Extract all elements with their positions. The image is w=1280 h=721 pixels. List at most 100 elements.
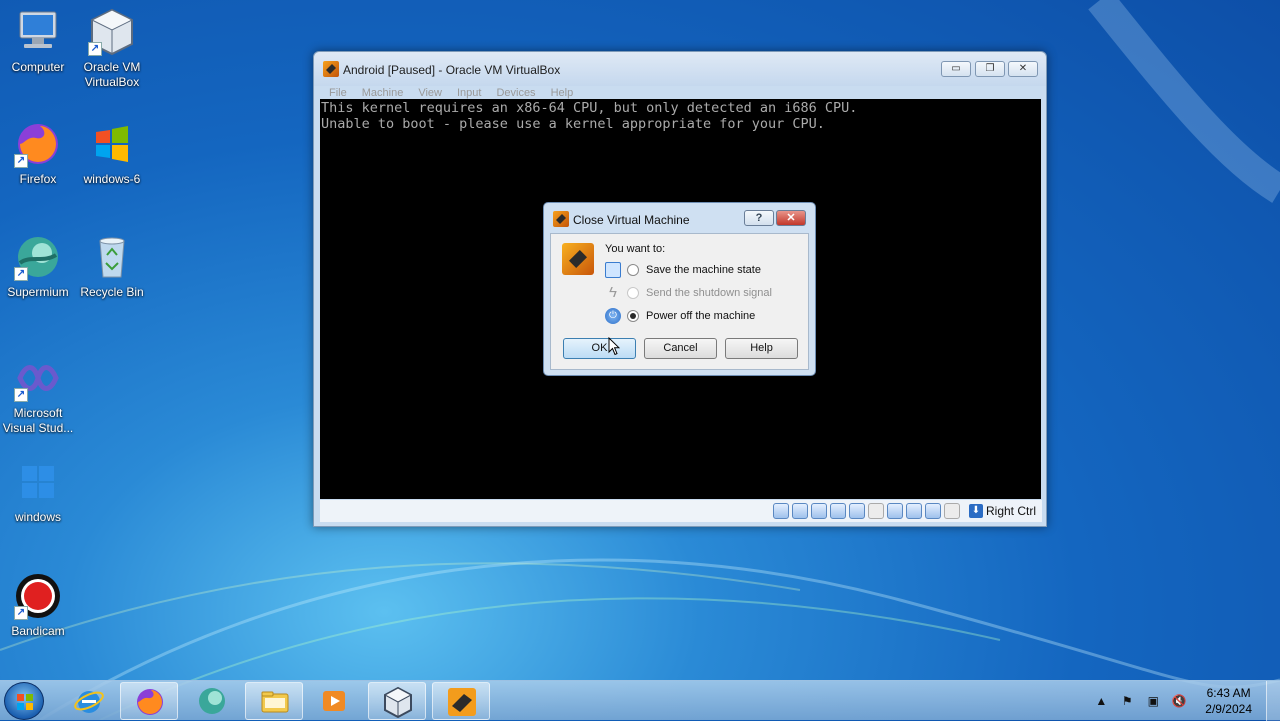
- desktop-icon-windows-6[interactable]: windows-6: [74, 120, 150, 187]
- clock[interactable]: 6:43 AM 2/9/2024: [1205, 685, 1252, 717]
- desktop-icon-bandicam[interactable]: ↗ Bandicam: [0, 572, 76, 639]
- virtualbox-vm-icon: [562, 243, 594, 275]
- video-capture-icon[interactable]: [906, 503, 922, 519]
- menu-devices[interactable]: Devices: [496, 87, 535, 99]
- taskbar-virtualbox-vm[interactable]: [432, 682, 490, 720]
- shared-folders-icon[interactable]: [868, 503, 884, 519]
- desktop-icon-windows[interactable]: windows: [0, 458, 76, 525]
- host-key-indicator[interactable]: ⬇ Right Ctrl: [968, 504, 1036, 518]
- internet-explorer-icon: [74, 691, 104, 713]
- cpu-icon[interactable]: [925, 503, 941, 519]
- taskbar-firefox[interactable]: [120, 682, 178, 720]
- cancel-button[interactable]: Cancel: [644, 338, 717, 359]
- dialog-title: Close Virtual Machine: [573, 213, 690, 227]
- save-state-icon: [605, 262, 621, 278]
- desktop-icon-label: Computer: [11, 60, 65, 74]
- help-button[interactable]: Help: [725, 338, 798, 359]
- window-title: Android [Paused] - Oracle VM VirtualBox: [343, 63, 561, 77]
- network-icon[interactable]: [830, 503, 846, 519]
- desktop-icon-firefox[interactable]: ↗ Firefox: [0, 120, 76, 187]
- host-key-label: Right Ctrl: [985, 504, 1036, 518]
- menu-help[interactable]: Help: [551, 87, 574, 99]
- virtualbox-vm-icon: [323, 61, 339, 77]
- virtualbox-vm-icon: [448, 688, 476, 716]
- network-icon[interactable]: ▣: [1145, 693, 1161, 709]
- firefox-icon: [137, 689, 163, 715]
- shortcut-arrow-icon: ↗: [88, 42, 102, 56]
- supermium-icon: [199, 688, 225, 714]
- file-explorer-icon: [261, 691, 289, 713]
- desktop-icon-label: Firefox: [19, 172, 57, 186]
- mouse-integration-icon[interactable]: [944, 503, 960, 519]
- bandicam-icon: ↗: [14, 572, 62, 620]
- help-question-button[interactable]: ?: [744, 210, 774, 226]
- console-line: This kernel requires an x86-64 CPU, but …: [321, 100, 858, 116]
- close-window-button[interactable]: ✕: [1008, 61, 1038, 77]
- shortcut-arrow-icon: ↗: [14, 388, 28, 402]
- show-desktop-button[interactable]: [1266, 681, 1280, 721]
- lightning-icon: ϟ: [609, 284, 617, 301]
- shutdown-signal-radio: [627, 287, 639, 299]
- hard-disk-icon[interactable]: [773, 503, 789, 519]
- option-label: Save the machine state: [646, 264, 761, 276]
- menu-file[interactable]: File: [329, 87, 347, 99]
- taskbar: ▲ ⚑ ▣ 🔇 6:43 AM 2/9/2024: [0, 680, 1280, 721]
- window-titlebar[interactable]: Android [Paused] - Oracle VM VirtualBox …: [314, 52, 1046, 86]
- media-player-icon: [323, 691, 345, 711]
- minimize-button[interactable]: ▭: [941, 61, 971, 77]
- desktop-icon-recycle-bin[interactable]: Recycle Bin: [74, 233, 150, 300]
- mouse-cursor-icon: [608, 337, 620, 356]
- save-state-radio[interactable]: [627, 264, 639, 276]
- firefox-icon: ↗: [14, 120, 62, 168]
- taskbar-media-player[interactable]: [305, 682, 363, 720]
- desktop-icon-visual-studio[interactable]: ↗ Microsoft Visual Stud...: [0, 354, 76, 436]
- option-save-state[interactable]: Save the machine state: [605, 262, 761, 278]
- console-line: Unable to boot - please use a kernel app…: [321, 116, 825, 132]
- power-off-radio[interactable]: [627, 310, 639, 322]
- action-center-flag-icon[interactable]: ⚑: [1119, 693, 1135, 709]
- desktop-icon-supermium[interactable]: ↗ Supermium: [0, 233, 76, 300]
- menu-input[interactable]: Input: [457, 87, 481, 99]
- desktop-icon-virtualbox[interactable]: ↗ Oracle VM VirtualBox: [74, 8, 150, 90]
- show-hidden-icons-icon[interactable]: ▲: [1093, 693, 1109, 709]
- virtualbox-icon: ↗: [88, 8, 136, 56]
- usb-icon[interactable]: [849, 503, 865, 519]
- volume-muted-icon[interactable]: 🔇: [1171, 693, 1187, 709]
- windows-logo-icon: [17, 694, 33, 710]
- arrow-down-icon: ⬇: [968, 504, 983, 518]
- taskbar-supermium[interactable]: [183, 682, 241, 720]
- windows-logo-icon: [14, 458, 62, 506]
- computer-icon: [14, 8, 62, 56]
- windows-logo-icon: [88, 120, 136, 168]
- supermium-icon: ↗: [14, 233, 62, 281]
- desktop-icon-label: Recycle Bin: [80, 285, 144, 299]
- shortcut-arrow-icon: ↗: [14, 267, 28, 281]
- display-icon[interactable]: [887, 503, 903, 519]
- desktop-icon-label: Supermium: [7, 285, 69, 299]
- dialog-body: You want to: Save the machine state ϟ Se…: [550, 233, 809, 370]
- taskbar-internet-explorer[interactable]: [60, 682, 118, 720]
- dialog-prompt: You want to:: [605, 243, 666, 255]
- desktop-icon-computer[interactable]: Computer: [0, 8, 76, 75]
- desktop-icon-label: Oracle VM VirtualBox: [83, 60, 141, 89]
- clock-date: 2/9/2024: [1205, 702, 1252, 716]
- taskbar-file-explorer[interactable]: [245, 682, 303, 720]
- taskbar-virtualbox-manager[interactable]: [368, 682, 426, 720]
- ok-button[interactable]: OK: [563, 338, 636, 359]
- maximize-button[interactable]: ❐: [975, 61, 1005, 77]
- desktop-icon-label: windows-6: [83, 172, 141, 186]
- recycle-bin-icon: [88, 233, 136, 281]
- shortcut-arrow-icon: ↗: [14, 606, 28, 620]
- close-vm-dialog: Close Virtual Machine ? ✕ You want to: S…: [543, 202, 816, 376]
- visual-studio-icon: ↗: [14, 354, 62, 402]
- optical-drive-icon[interactable]: [792, 503, 808, 519]
- shortcut-arrow-icon: ↗: [14, 154, 28, 168]
- menu-machine[interactable]: Machine: [362, 87, 404, 99]
- start-button[interactable]: [4, 682, 44, 720]
- option-power-off[interactable]: ⏻ Power off the machine: [605, 308, 755, 324]
- menu-view[interactable]: View: [418, 87, 442, 99]
- dialog-close-button[interactable]: ✕: [776, 210, 806, 226]
- virtualbox-icon: [383, 686, 413, 718]
- audio-icon[interactable]: [811, 503, 827, 519]
- desktop-icon-label: Bandicam: [11, 624, 65, 638]
